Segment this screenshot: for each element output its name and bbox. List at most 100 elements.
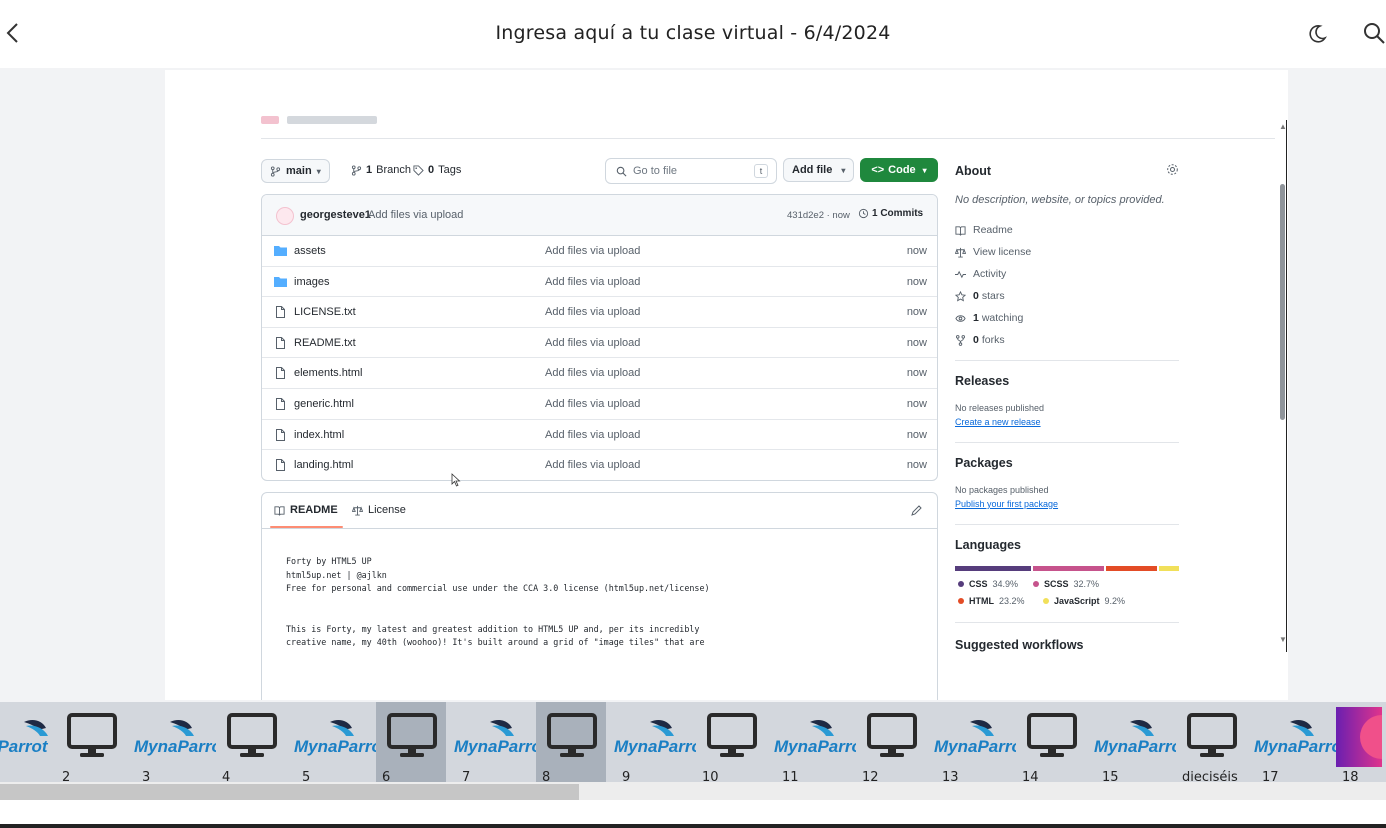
add-file-button[interactable]: Add file ▾ [783, 158, 855, 182]
branch-icon [351, 164, 362, 176]
file-name[interactable]: README.txt [294, 337, 356, 349]
slide-thumbnail[interactable]: MynaParrot15 [1094, 702, 1176, 785]
file-row[interactable]: generic.html Add files via upload now [262, 389, 937, 420]
forks-count: 0 [973, 334, 979, 346]
readme-line: creative name, my 40th (woohoo)! It's bu… [286, 637, 705, 647]
file-commit-message[interactable]: Add files via upload [545, 429, 640, 441]
slide-stage: main ▾ 1 Branch 0 Tags Go to file t Add … [0, 68, 1386, 702]
license-link[interactable]: View license [955, 246, 1031, 258]
mynaparrot-logo: MynaParrot [614, 720, 696, 756]
slide-thumbnail[interactable]: 18 [1336, 702, 1386, 785]
branch-selector[interactable]: main ▾ [261, 159, 330, 183]
slide-thumbnail[interactable]: 12 [856, 702, 926, 785]
moon-icon[interactable] [1305, 22, 1329, 46]
releases-title: Releases [955, 374, 1010, 388]
readme-link[interactable]: Readme [955, 224, 1013, 236]
file-row[interactable]: index.html Add files via upload now [262, 420, 937, 451]
file-row[interactable]: LICENSE.txt Add files via upload now [262, 297, 937, 328]
slide-thumbnail[interactable]: MynaParrot7 [454, 702, 536, 785]
svg-text:MynaParrot: MynaParrot [774, 737, 856, 756]
slide-thumbnail[interactable]: 4 [216, 702, 286, 785]
file-name[interactable]: generic.html [294, 398, 354, 410]
language-item[interactable]: JavaScript 9.2% [1043, 596, 1125, 606]
slide-thumbnail[interactable]: 6 [376, 702, 446, 785]
readme-line: Forty by HTML5 UP [286, 556, 372, 566]
slide-thumbnail[interactable]: 8 [536, 702, 606, 785]
github-repo-view: main ▾ 1 Branch 0 Tags Go to file t Add … [165, 70, 1288, 700]
vertical-scrollbar[interactable]: ▲ ▼ [1278, 120, 1288, 652]
file-row[interactable]: assets Add files via upload now [262, 236, 937, 267]
file-name[interactable]: images [294, 276, 329, 288]
slide-thumbnail[interactable]: MynaParrot17 [1254, 702, 1336, 785]
branches-link[interactable]: 1 Branch [351, 164, 411, 176]
file-icon [276, 306, 285, 319]
tab-license[interactable]: License [352, 504, 406, 516]
search-icon [616, 166, 627, 176]
code-button[interactable]: <> Code ▾ [860, 158, 938, 182]
commit-hash-time[interactable]: 431d2e2 · now [787, 210, 850, 221]
tags-count: 0 [428, 164, 435, 176]
file-commit-message[interactable]: Add files via upload [545, 367, 640, 379]
scroll-down-arrow-icon[interactable]: ▼ [1278, 635, 1288, 644]
pencil-icon[interactable] [910, 504, 923, 517]
tags-link[interactable]: 0 Tags [413, 164, 461, 176]
slide-thumbnail[interactable]: MynaParrot13 [934, 702, 1016, 785]
forks-link[interactable]: 0 forks [955, 334, 1005, 346]
readme-link-label: Readme [973, 224, 1013, 236]
language-segment [1106, 566, 1157, 571]
activity-link[interactable]: Activity [955, 268, 1006, 280]
commits-link[interactable]: 1 Commits [858, 208, 923, 219]
gear-icon[interactable] [1166, 163, 1179, 176]
scrollbar-thumb[interactable] [0, 784, 579, 800]
file-commit-message[interactable]: Add files via upload [545, 245, 640, 257]
file-name[interactable]: landing.html [294, 459, 353, 471]
tab-readme[interactable]: README [274, 504, 338, 516]
file-icon [276, 428, 285, 441]
slide-thumbnail[interactable]: MynaParrot9 [614, 702, 696, 785]
create-release-link[interactable]: Create a new release [955, 417, 1041, 427]
go-to-file-input[interactable]: Go to file t [605, 158, 777, 184]
commit-author[interactable]: georgesteve1 [300, 209, 371, 221]
file-row[interactable]: landing.html Add files via upload now [262, 450, 937, 480]
svg-text:MynaParrot: MynaParrot [454, 737, 536, 756]
slide-thumbnail[interactable]: 10 [696, 702, 766, 785]
file-commit-message[interactable]: Add files via upload [545, 337, 640, 349]
chevron-down-icon: ▾ [316, 166, 321, 176]
search-icon[interactable] [1362, 20, 1386, 46]
language-name: SCSS [1044, 579, 1069, 589]
filmstrip-scrollbar[interactable] [0, 782, 1386, 800]
file-time: now [906, 367, 927, 380]
file-name[interactable]: LICENSE.txt [294, 306, 356, 318]
language-item[interactable]: HTML 23.2% [958, 596, 1025, 606]
watching-link[interactable]: 1 watching [955, 312, 1023, 324]
divider [955, 360, 1179, 361]
slide-thumbnail[interactable]: 2 [56, 702, 126, 785]
slide-thumbnail[interactable]: MynaParrot11 [774, 702, 856, 785]
file-name[interactable]: index.html [294, 429, 344, 441]
file-name[interactable]: elements.html [294, 367, 362, 379]
file-name[interactable]: assets [294, 245, 326, 257]
file-row[interactable]: images Add files via upload now [262, 267, 937, 298]
avatar[interactable] [276, 207, 294, 225]
file-commit-message[interactable]: Add files via upload [545, 276, 640, 288]
slide-thumbnail[interactable]: 14 [1016, 702, 1086, 785]
stars-link[interactable]: 0 stars [955, 290, 1005, 302]
slide-thumbnail[interactable]: aParrot [0, 702, 56, 782]
language-percent: 23.2% [999, 596, 1025, 606]
language-segment [1033, 566, 1105, 571]
language-item[interactable]: SCSS 32.7% [1033, 579, 1099, 589]
commit-message[interactable]: Add files via upload [368, 209, 463, 221]
scrollbar-thumb[interactable] [1280, 184, 1285, 420]
top-bar: Ingresa aquí a tu clase virtual - 6/4/20… [0, 0, 1386, 68]
file-commit-message[interactable]: Add files via upload [545, 306, 640, 318]
slide-thumbnail[interactable]: dieciséis [1176, 702, 1246, 785]
file-commit-message[interactable]: Add files via upload [545, 459, 640, 471]
slide-thumbnail[interactable]: MynaParrot3 [134, 702, 216, 785]
slide-thumbnail[interactable]: MynaParrot5 [294, 702, 376, 785]
publish-package-link[interactable]: Publish your first package [955, 499, 1058, 509]
scroll-up-arrow-icon[interactable]: ▲ [1278, 122, 1288, 131]
file-commit-message[interactable]: Add files via upload [545, 398, 640, 410]
file-row[interactable]: elements.html Add files via upload now [262, 358, 937, 389]
language-item[interactable]: CSS 34.9% [958, 579, 1018, 589]
file-row[interactable]: README.txt Add files via upload now [262, 328, 937, 359]
